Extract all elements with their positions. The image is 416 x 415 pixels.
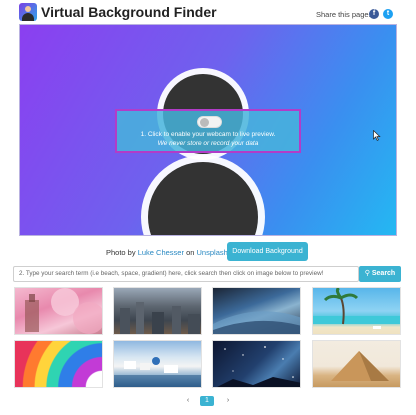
author-link[interactable]: Luke Chesser [138, 248, 184, 257]
pagination-prev-button[interactable]: ‹ [184, 397, 192, 404]
photo-by-label: Photo by [106, 248, 136, 257]
share-label: Share this page: [316, 10, 371, 19]
thumbnail-city-aerial[interactable] [113, 287, 202, 335]
pagination-page-current[interactable]: 1 [200, 396, 214, 406]
webcam-preview: 1. Click to enable your webcam to live p… [19, 24, 397, 236]
webcam-toggle[interactable] [197, 116, 222, 128]
enable-webcam-panel[interactable]: 1. Click to enable your webcam to live p… [115, 109, 301, 153]
search-button-label: Search [371, 270, 396, 277]
privacy-note: We never store or record your data [157, 140, 259, 147]
thumbnail-tropical-beach[interactable] [312, 287, 401, 335]
thumbnail-santorini-coast[interactable] [113, 340, 202, 388]
thumbnail-earth-from-space[interactable] [212, 287, 301, 335]
toggle-knob [200, 118, 209, 127]
app-logo-icon [19, 3, 37, 21]
facebook-icon[interactable]: f [369, 9, 379, 19]
thumbnail-rainbow-arcs[interactable] [14, 340, 103, 388]
twitter-icon[interactable]: t [383, 9, 393, 19]
mouse-cursor-icon [373, 130, 381, 141]
download-background-button[interactable]: Download Background [227, 242, 308, 261]
photo-credit: Photo by Luke Chesser on Unsplash [106, 248, 228, 257]
on-label: on [186, 248, 195, 257]
app-title: Virtual Background Finder [41, 4, 217, 20]
search-input[interactable]: 2. Type your search term (i.e beach, spa… [13, 266, 359, 282]
pagination-next-button[interactable]: › [224, 397, 232, 404]
thumbnail-starry-night[interactable] [212, 340, 301, 388]
thumbnail-desert-pyramid[interactable] [312, 340, 401, 388]
search-button[interactable]: ⚲ Search [359, 266, 401, 282]
source-link[interactable]: Unsplash [197, 248, 228, 257]
search-icon: ⚲ [364, 270, 370, 277]
thumbnail-cherry-blossom[interactable] [14, 287, 103, 335]
app-header: Virtual Background Finder Share this pag… [0, 0, 416, 24]
enable-webcam-text: 1. Click to enable your webcam to live p… [140, 131, 276, 138]
